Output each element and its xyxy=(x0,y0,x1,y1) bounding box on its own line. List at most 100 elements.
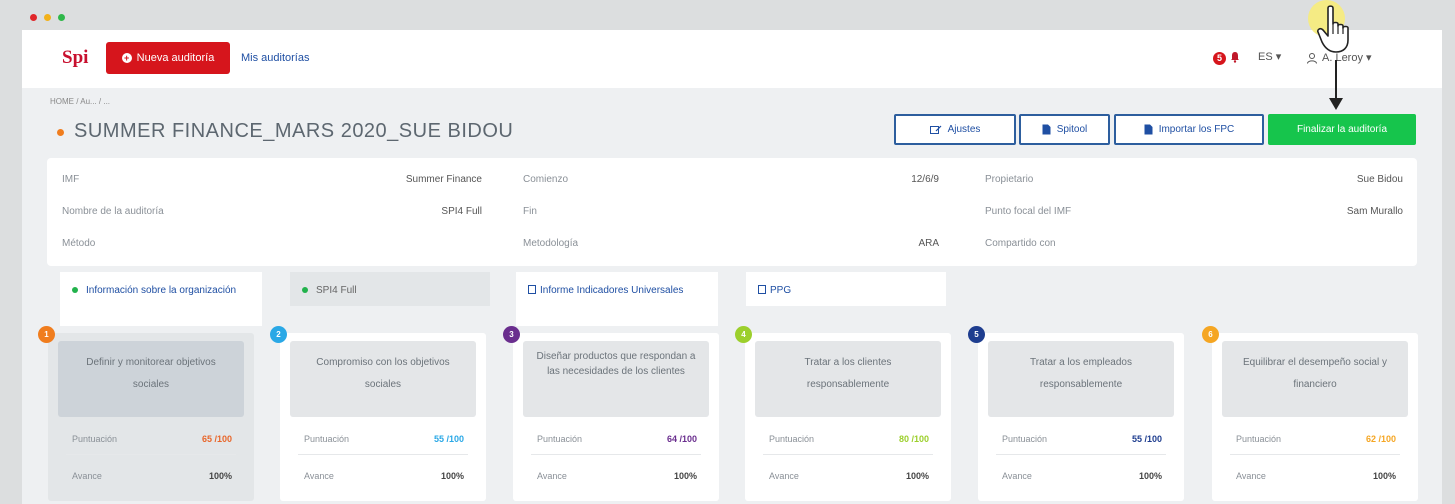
divider xyxy=(531,454,701,455)
dimension-card-6[interactable]: 6 Equilibrar el desempeño social y finan… xyxy=(1202,326,1418,501)
info-row: Punto focal del IMF Sam Murallo xyxy=(985,206,1403,217)
progress-row: Avance 100% xyxy=(304,471,464,481)
app-logo[interactable]: Spi xyxy=(62,47,88,69)
settings-button[interactable]: Ajustes xyxy=(894,114,1016,145)
import-fpc-button[interactable]: Importar los FPC xyxy=(1114,114,1264,145)
info-value: 12/6/9 xyxy=(911,174,939,185)
score-row: Puntuación 65 /100 xyxy=(72,434,232,444)
score-value: 80 /100 xyxy=(898,434,929,444)
info-row: Nombre de la auditoría SPI4 Full xyxy=(62,206,482,217)
app-window: Spi + Nueva auditoría Mis auditorías 5 E… xyxy=(22,30,1442,504)
progress-label: Avance xyxy=(1002,471,1032,481)
dimension-title: Compromiso con los objetivos sociales xyxy=(290,341,476,417)
tab-ppg[interactable]: PPG xyxy=(746,272,946,306)
dimension-title: Equilibrar el desempeño social y financi… xyxy=(1222,341,1408,417)
dimension-number-badge: 3 xyxy=(503,326,520,343)
dimension-number-badge: 2 xyxy=(270,326,287,343)
info-row: Comienzo 12/6/9 xyxy=(523,174,939,185)
finish-audit-button[interactable]: Finalizar la auditoría xyxy=(1268,114,1416,145)
progress-label: Avance xyxy=(304,471,334,481)
progress-value: 100% xyxy=(673,471,697,481)
info-label: Punto focal del IMF xyxy=(985,206,1072,217)
language-selector[interactable]: ES ▾ xyxy=(1258,50,1281,63)
info-row: Metodología ARA xyxy=(523,238,939,249)
tab-organization-info[interactable]: Información sobre la organización xyxy=(60,272,262,326)
score-value: 55 /100 xyxy=(1131,434,1162,444)
score-label: Puntuación xyxy=(1236,434,1282,444)
progress-value: 100% xyxy=(905,471,929,481)
progress-row: Avance 100% xyxy=(72,471,232,481)
dimension-number-badge: 6 xyxy=(1202,326,1219,343)
progress-row: Avance 100% xyxy=(1236,471,1396,481)
my-audits-link[interactable]: Mis auditorías xyxy=(241,52,309,64)
dimension-number-badge: 5 xyxy=(968,326,985,343)
info-label: Metodología xyxy=(523,238,579,249)
info-label: Propietario xyxy=(985,174,1034,185)
score-label: Puntuación xyxy=(537,434,583,444)
new-audit-label: Nueva auditoría xyxy=(136,52,215,64)
breadcrumb[interactable]: HOME / Au... / ... xyxy=(50,97,110,106)
spiltool-label: Spitool xyxy=(1056,124,1088,135)
dimension-title: Tratar a los clientes responsablemente xyxy=(755,341,941,417)
tab-spi4-full[interactable]: SPI4 Full xyxy=(290,272,490,306)
divider xyxy=(763,454,933,455)
score-value: 55 /100 xyxy=(433,434,464,444)
bell-icon[interactable] xyxy=(1230,51,1240,63)
info-row: Propietario Sue Bidou xyxy=(985,174,1403,185)
plus-icon: + xyxy=(121,53,132,63)
dimension-card-3[interactable]: 3 Diseñar productos que respondan a las … xyxy=(503,326,719,501)
top-bar: Spi + Nueva auditoría Mis auditorías 5 E… xyxy=(22,30,1442,88)
document-icon xyxy=(1144,124,1153,135)
info-label: Compartido con xyxy=(985,238,1056,249)
new-audit-button[interactable]: + Nueva auditoría xyxy=(106,42,230,74)
minimize-window-dot[interactable] xyxy=(44,14,51,21)
score-row: Puntuación 64 /100 xyxy=(537,434,697,444)
info-label: Fin xyxy=(523,206,537,217)
info-label: IMF xyxy=(62,174,80,185)
complete-status-dot xyxy=(72,287,78,294)
score-value: 62 /100 xyxy=(1365,434,1396,444)
tab-label: PPG xyxy=(770,285,792,296)
score-label: Puntuación xyxy=(769,434,815,444)
info-value: Summer Finance xyxy=(405,174,482,185)
finish-audit-label: Finalizar la auditoría xyxy=(1296,124,1388,135)
spiltool-button[interactable]: Spitool xyxy=(1019,114,1110,145)
info-row: Fin xyxy=(523,206,939,217)
info-value: ARA xyxy=(918,238,939,249)
window-controls xyxy=(30,14,65,21)
tab-universal-indicators[interactable]: Informe Indicadores Universales xyxy=(516,272,718,326)
progress-row: Avance 100% xyxy=(537,471,697,481)
score-label: Puntuación xyxy=(72,434,118,444)
dimension-number-badge: 1 xyxy=(38,326,55,343)
page-title: SUMMER FINANCE_MARS 2020_SUE BIDOU xyxy=(74,120,514,142)
dimension-card-2[interactable]: 2 Compromiso con los objetivos sociales … xyxy=(270,326,486,501)
file-icon xyxy=(1042,124,1051,135)
info-label: Nombre de la auditoría xyxy=(62,206,164,217)
settings-icon xyxy=(929,125,942,134)
progress-value: 100% xyxy=(1138,471,1162,481)
audit-status-dot xyxy=(57,129,64,136)
close-window-dot[interactable] xyxy=(30,14,37,21)
divider xyxy=(66,454,236,455)
report-icon xyxy=(758,285,766,294)
divider xyxy=(996,454,1166,455)
score-row: Puntuación 80 /100 xyxy=(769,434,929,444)
score-value: 65 /100 xyxy=(201,434,232,444)
audit-info-panel: IMF Summer Finance Nombre de la auditorí… xyxy=(47,158,1417,266)
score-label: Puntuación xyxy=(304,434,350,444)
score-row: Puntuación 55 /100 xyxy=(304,434,464,444)
dimension-title: Diseñar productos que respondan a las ne… xyxy=(523,341,709,417)
dimension-card-1[interactable]: 1 Definir y monitorear objetivos sociale… xyxy=(38,326,254,501)
dimension-card-4[interactable]: 4 Tratar a los clientes responsablemente… xyxy=(735,326,951,501)
maximize-window-dot[interactable] xyxy=(58,14,65,21)
score-value: 64 /100 xyxy=(666,434,697,444)
tab-label: SPI4 Full xyxy=(316,285,357,296)
progress-label: Avance xyxy=(1236,471,1266,481)
progress-row: Avance 100% xyxy=(1002,471,1162,481)
divider xyxy=(1230,454,1400,455)
hand-pointer-icon xyxy=(1317,5,1349,53)
notification-count-badge[interactable]: 5 xyxy=(1213,52,1226,65)
dimension-title: Definir y monitorear objetivos sociales xyxy=(58,341,244,417)
dimension-title: Tratar a los empleados responsablemente xyxy=(988,341,1174,417)
dimension-card-5[interactable]: 5 Tratar a los empleados responsablement… xyxy=(968,326,1184,501)
